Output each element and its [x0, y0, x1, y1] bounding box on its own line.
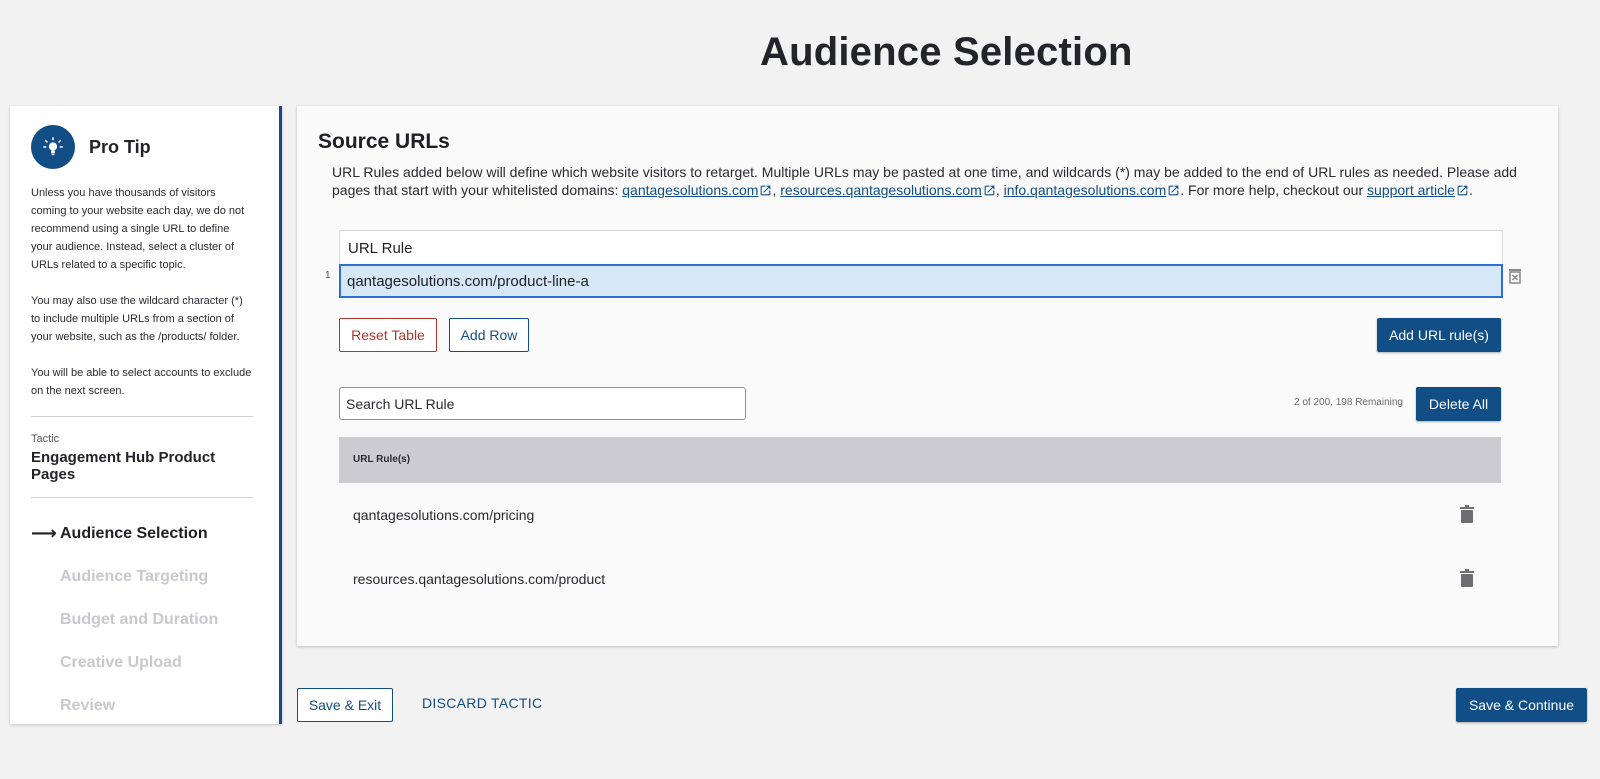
step-label: Audience Selection [60, 524, 208, 542]
pro-tip-title: Pro Tip [89, 136, 151, 157]
pro-tip-paragraph: You will be able to select accounts to e… [31, 367, 252, 397]
desc-text: . For more help, checkout our [1180, 182, 1368, 198]
rule-count: 2 of 200, 198 Remaining [1294, 397, 1403, 408]
support-article-link[interactable]: support article [1367, 182, 1455, 198]
trash-icon[interactable] [1460, 505, 1474, 526]
external-link-icon [761, 185, 771, 196]
url-rule-column-header: URL Rule [339, 230, 1503, 264]
tactic-name: Engagement Hub Product Pages [31, 449, 216, 483]
add-row-button[interactable]: Add Row [449, 318, 529, 352]
step-review[interactable]: Review [31, 684, 253, 727]
step-audience-selection[interactable]: ⟶ Audience Selection [31, 512, 253, 555]
external-link-icon [984, 185, 995, 196]
arrow-right-icon: ⟶ [31, 523, 57, 543]
url-rules-list-header: URL Rule(s) [339, 437, 1501, 483]
step-label: Audience Targeting [60, 567, 209, 585]
trash-icon[interactable] [1460, 569, 1474, 590]
domain-link-3[interactable]: info.qantagesolutions.com [1004, 182, 1167, 198]
divider [31, 416, 253, 417]
step-label: Budget and Duration [60, 610, 219, 628]
pro-tip-header: Pro Tip [31, 125, 253, 169]
source-urls-card: Source URLs URL Rules added below will d… [297, 106, 1558, 646]
step-label: Creative Upload [60, 653, 182, 671]
step-budget-and-duration[interactable]: Budget and Duration [31, 598, 253, 641]
url-rule-value: resources.qantagesolutions.com/product [353, 571, 606, 587]
pro-tip-paragraph: You may also use the wildcard character … [31, 295, 243, 343]
lightbulb-icon [31, 125, 75, 169]
add-url-rules-button[interactable]: Add URL rule(s) [1377, 318, 1501, 352]
save-exit-button[interactable]: Save & Exit [297, 688, 393, 722]
url-rule-table: URL Rule qantagesolutions.com/product-li… [339, 230, 1503, 298]
external-link-icon [1168, 185, 1179, 196]
divider [31, 497, 253, 498]
table-row: qantagesolutions.com/pricing [339, 483, 1501, 547]
domain-link-1[interactable]: qantagesolutions.com [622, 182, 758, 198]
clear-row-icon[interactable] [1508, 268, 1522, 289]
row-number: 1 [325, 270, 331, 281]
domain-link-2[interactable]: resources.qantagesolutions.com [780, 182, 982, 198]
page-title: Audience Selection [760, 30, 1133, 74]
sidebar: Pro Tip Unless you have thousands of vis… [10, 106, 282, 724]
external-link-icon [1457, 185, 1468, 196]
step-audience-targeting[interactable]: Audience Targeting [31, 555, 253, 598]
reset-table-button[interactable]: Reset Table [339, 318, 437, 352]
pro-tip-text: Unless you have thousands of visitors co… [31, 184, 253, 400]
desc-text: . [1468, 182, 1473, 198]
save-continue-button[interactable]: Save & Continue [1456, 688, 1587, 722]
step-nav: ⟶ Audience Selection Audience Targeting … [31, 512, 253, 727]
section-title: Source URLs [318, 130, 450, 153]
url-rule-input-row[interactable]: qantagesolutions.com/product-line-a [339, 264, 1503, 298]
section-description: URL Rules added below will define which … [332, 163, 1532, 199]
url-rule-value: qantagesolutions.com/pricing [353, 507, 535, 523]
pro-tip-paragraph: Unless you have thousands of visitors co… [31, 187, 245, 271]
separator: , [995, 182, 1004, 198]
table-row: resources.qantagesolutions.com/product [339, 547, 1501, 611]
step-label: Review [60, 696, 116, 714]
search-url-rule-input[interactable] [339, 387, 746, 420]
step-creative-upload[interactable]: Creative Upload [31, 641, 253, 684]
delete-all-button[interactable]: Delete All [1416, 387, 1501, 421]
tactic-label: Tactic [31, 433, 60, 445]
discard-tactic-link[interactable]: DISCARD TACTIC [422, 695, 542, 711]
